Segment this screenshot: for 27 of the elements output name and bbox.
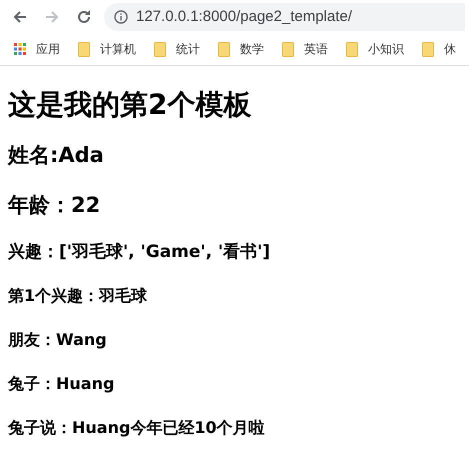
heading-text: 兴趣：['羽毛球', 'Game', '看书'] <box>8 241 272 264</box>
heading-text: 兔子说：Huang今年已经10个月啦 <box>8 417 266 439</box>
bookmark-item[interactable]: 数学 <box>218 40 264 58</box>
heading-text: 姓名:Ada <box>8 142 105 169</box>
bookmark-item[interactable]: 应用 <box>14 40 60 58</box>
bookmark-item[interactable]: 统计 <box>154 40 200 58</box>
folder-icon <box>346 42 358 56</box>
bookmark-item[interactable]: 小知识 <box>346 40 404 58</box>
folder-icon <box>422 42 434 56</box>
heading-text: 年龄：22 <box>8 192 102 219</box>
reload-icon <box>76 8 92 24</box>
bookmark-item[interactable]: 计算机 <box>78 40 136 58</box>
folder-icon <box>282 42 294 56</box>
heading-text: 朋友：Wang <box>8 329 108 351</box>
forward-arrow-icon <box>44 8 60 24</box>
apps-grid-icon <box>14 43 26 55</box>
heading-text: 兔子：Huang <box>8 373 116 395</box>
folder-icon <box>218 42 230 56</box>
page-heading: 这是我的第2个模板 <box>8 87 252 123</box>
bookmark-item[interactable]: 英语 <box>282 40 328 58</box>
folder-icon <box>154 42 166 56</box>
bookmark-item[interactable]: 休 <box>422 40 456 58</box>
back-arrow-icon <box>12 8 28 24</box>
address-bar[interactable]: 127.0.0.1:8000/page2_template/ <box>104 2 465 30</box>
folder-icon <box>78 42 90 56</box>
info-icon <box>114 10 128 24</box>
heading-text: 第1个兴趣：羽毛球 <box>8 285 148 307</box>
